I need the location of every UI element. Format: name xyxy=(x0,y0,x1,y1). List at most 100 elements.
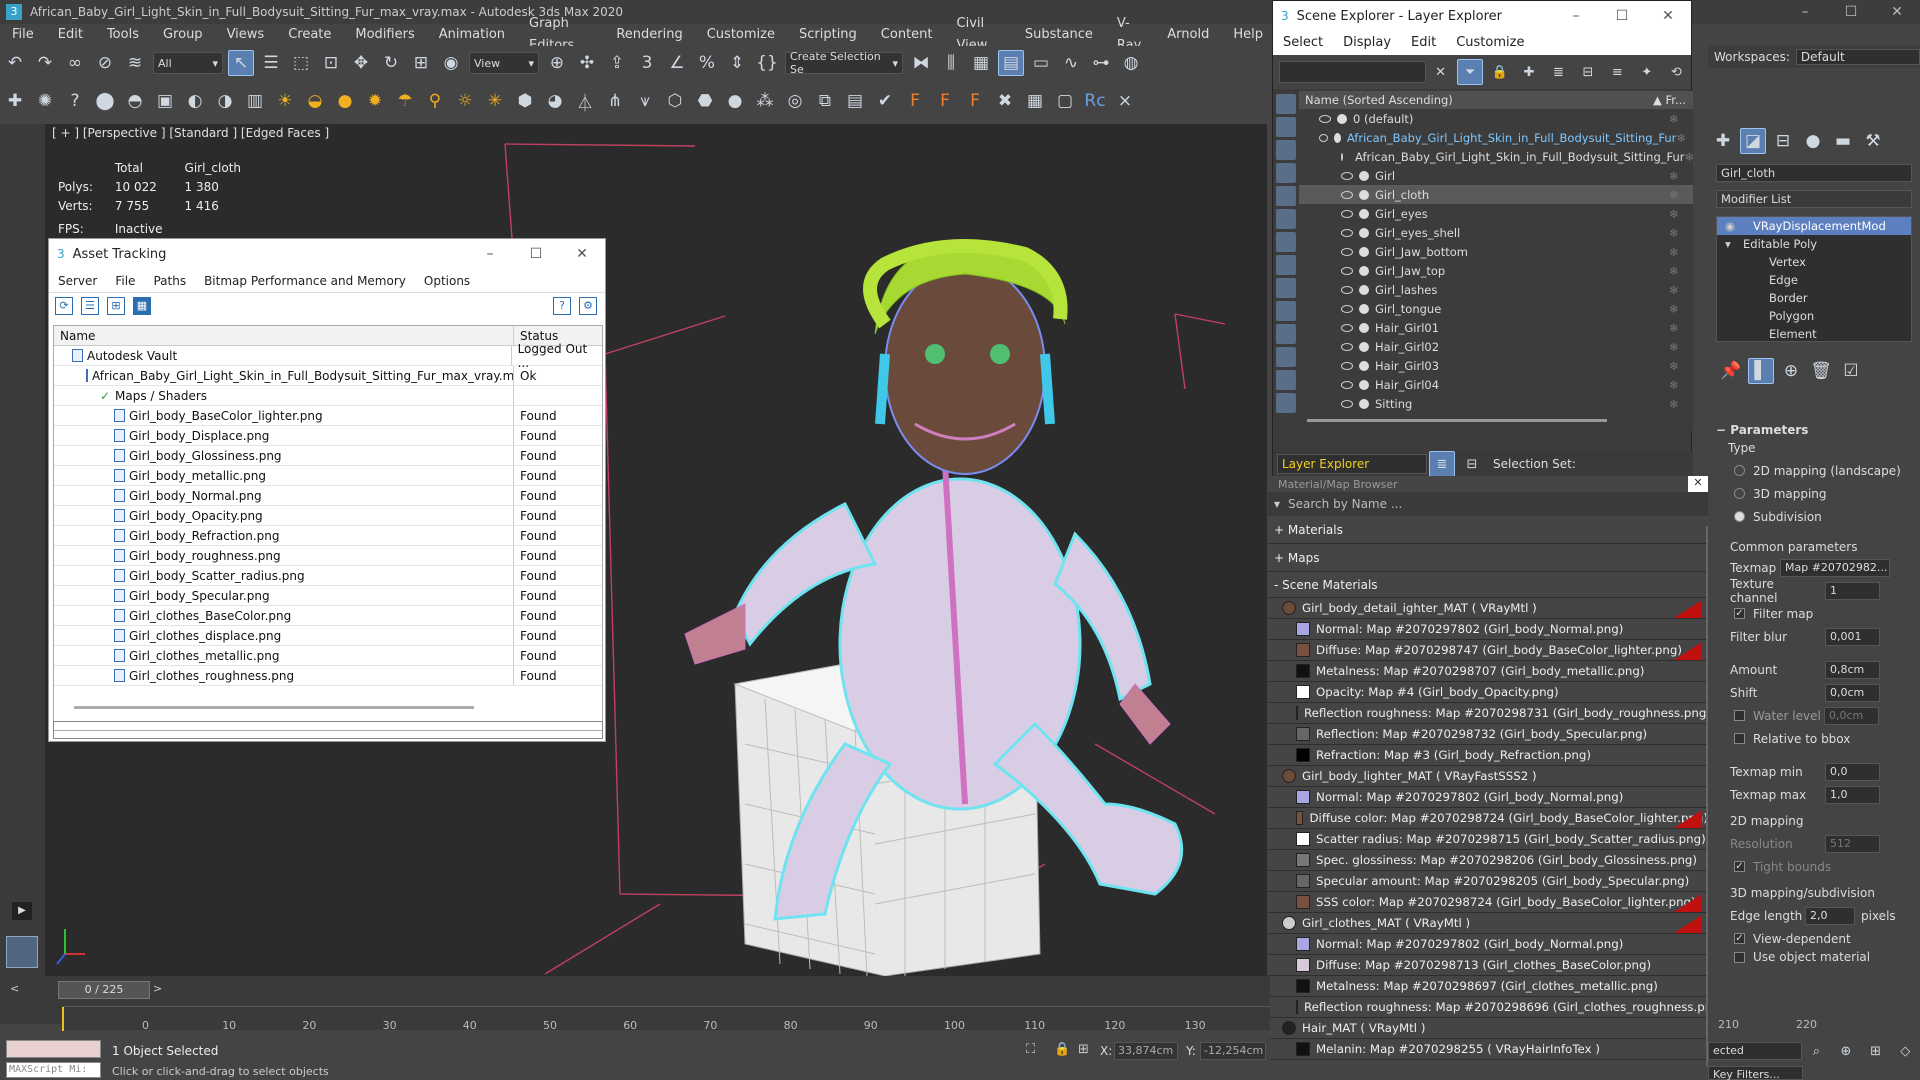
asset-menu-bitmap-performance-and-memory[interactable]: Bitmap Performance and Memory xyxy=(195,269,415,293)
hierarchy-tab-icon[interactable]: ⊟ xyxy=(1770,128,1796,154)
unlink-icon[interactable]: ⊘ xyxy=(92,50,118,76)
curve-editor-icon[interactable]: ∿ xyxy=(1058,50,1084,76)
asset-minimize-button[interactable]: – xyxy=(467,246,513,262)
display-frozen-icon[interactable] xyxy=(1276,347,1296,367)
map-row[interactable]: Reflection roughness: Map #2070298696 (G… xyxy=(1268,997,1708,1018)
asset-row[interactable]: Girl_body_Glossiness.png Found xyxy=(54,446,602,466)
scene-row[interactable]: Girl_Jaw_bottom ❄ xyxy=(1299,242,1693,261)
amount-spinner[interactable]: 0,8cm xyxy=(1825,660,1880,679)
view-dependent-checkbox[interactable]: ✓ xyxy=(1734,933,1745,944)
freeze-icon[interactable]: ❄ xyxy=(1669,321,1693,335)
menu-customize[interactable]: Customize xyxy=(695,24,787,46)
water-level-spinner[interactable]: 0,0cm xyxy=(1824,706,1879,725)
material-row[interactable]: Girl_clothes_MAT ( VRayMtl ) xyxy=(1268,913,1708,934)
close-button[interactable]: ✕ xyxy=(1874,4,1920,20)
asset-row[interactable]: Girl_body_Scatter_radius.png Found xyxy=(54,566,602,586)
vray-clipper-icon[interactable]: ⬣ xyxy=(692,88,718,114)
menu-group[interactable]: Group xyxy=(151,24,215,46)
asset-menu-server[interactable]: Server xyxy=(49,269,106,293)
freeze-icon[interactable]: ❄ xyxy=(1669,283,1693,297)
scene-menu-display[interactable]: Display xyxy=(1333,32,1401,54)
isolate-icon[interactable]: ⛶ xyxy=(1026,1042,1035,1057)
materials-group[interactable]: + Materials xyxy=(1268,516,1708,544)
settings-icon[interactable]: ⚙ xyxy=(579,297,597,315)
map-row[interactable]: Normal: Map #2070297802 (Girl_body_Norma… xyxy=(1268,934,1708,955)
vray-lights-icon[interactable]: ✺ xyxy=(32,88,58,114)
freeze-icon[interactable]: ❄ xyxy=(1669,264,1693,278)
freeze-icon[interactable]: ❄ xyxy=(1669,340,1693,354)
visibility-eye-icon[interactable] xyxy=(1341,285,1353,294)
material-row[interactable]: Girl_body_lighter_MAT ( VRayFastSSS2 ) xyxy=(1268,766,1708,787)
scene-maximize-button[interactable]: ☐ xyxy=(1599,8,1645,24)
spinner-snap-icon[interactable]: ⇕ xyxy=(724,50,750,76)
visibility-eye-icon[interactable] xyxy=(1341,266,1353,275)
asset-path-field[interactable] xyxy=(53,721,603,739)
freeze-icon[interactable]: ❄ xyxy=(1669,302,1693,316)
display-cameras-icon[interactable] xyxy=(1276,163,1296,183)
vray-render-icon[interactable]: ◓ xyxy=(122,88,148,114)
asset-row[interactable]: Autodesk Vault Logged Out ... xyxy=(54,342,602,370)
asset-maximize-button[interactable]: ☐ xyxy=(513,246,559,262)
maxscript-input[interactable]: MAXScript Mi: xyxy=(6,1062,101,1078)
vray-sun-icon[interactable]: ☀ xyxy=(272,88,298,114)
visibility-eye-icon[interactable] xyxy=(1341,209,1353,218)
pin-stack-icon[interactable]: 📌 xyxy=(1718,358,1744,384)
display-hidden-icon[interactable] xyxy=(1276,370,1296,390)
filter-map-checkbox[interactable]: ✓ xyxy=(1734,608,1745,619)
asset-menu-file[interactable]: File xyxy=(106,269,144,293)
asset-row[interactable]: Girl_clothes_BaseColor.png Found xyxy=(54,606,602,626)
material-editor-icon[interactable]: ◍ xyxy=(1118,50,1144,76)
sync-icon[interactable]: ⟲ xyxy=(1664,59,1689,85)
align-icon[interactable]: ⫼ xyxy=(938,50,964,76)
resolution-spinner[interactable]: 512 xyxy=(1825,834,1880,853)
zoom-extents-icon[interactable]: ⊞ xyxy=(1863,1038,1889,1064)
map-row[interactable]: Reflection: Map #2070298732 (Girl_body_S… xyxy=(1268,724,1708,745)
map-row[interactable]: SSS color: Map #2070298724 (Girl_body_Ba… xyxy=(1268,892,1708,913)
create-tab-icon[interactable]: ✚ xyxy=(1710,128,1736,154)
angle-snap-icon[interactable]: ∠ xyxy=(664,50,690,76)
vray-mesh-light-icon[interactable]: ⚲ xyxy=(422,88,448,114)
scene-search-input[interactable] xyxy=(1279,61,1426,83)
prev-frame-icon[interactable]: < xyxy=(10,982,19,995)
scene-menu-select[interactable]: Select xyxy=(1273,32,1333,54)
ribbon-icon[interactable]: ▭ xyxy=(1028,50,1054,76)
menu-edit[interactable]: Edit xyxy=(46,24,95,46)
select-by-name-icon[interactable]: ☰ xyxy=(258,50,284,76)
percent-snap-icon[interactable]: % xyxy=(694,50,720,76)
link-icon[interactable]: ∞ xyxy=(62,50,88,76)
visibility-eye-icon[interactable] xyxy=(1341,304,1353,313)
asset-row[interactable]: Girl_body_Refraction.png Found xyxy=(54,526,602,546)
list-view-icon[interactable]: ☰ xyxy=(81,297,99,315)
scene-row[interactable]: Girl_eyes ❄ xyxy=(1299,204,1693,223)
vray-spot-icon[interactable]: ☂ xyxy=(392,88,418,114)
material-browser-close-button[interactable]: ✕ xyxy=(1688,476,1708,492)
forest-lite-icon[interactable]: F xyxy=(962,88,988,114)
water-level-checkbox[interactable] xyxy=(1734,710,1745,721)
status-column-header[interactable]: Status xyxy=(514,329,558,343)
menu-arnold[interactable]: Arnold xyxy=(1155,24,1221,46)
viewport-label[interactable]: [ + ] [Perspective ] [Standard ] [Edged … xyxy=(52,126,329,140)
visibility-eye-icon[interactable] xyxy=(1341,228,1353,237)
vray-mesh-icon[interactable]: ⬡ xyxy=(662,88,688,114)
map-row[interactable]: Normal: Map #2070297802 (Girl_body_Norma… xyxy=(1268,787,1708,808)
scene-explorer-icon[interactable]: ▦ xyxy=(968,50,994,76)
modifier-stack-item[interactable]: ▾ Editable Poly xyxy=(1717,235,1911,253)
material-row[interactable]: Girl_body_detail_ighter_MAT ( VRayMtl ) xyxy=(1268,598,1708,619)
visibility-eye-icon[interactable] xyxy=(1319,114,1331,123)
filter-blur-spinner[interactable]: 0,001 xyxy=(1825,627,1880,646)
help-icon[interactable]: ? xyxy=(553,297,571,315)
scene-row[interactable]: Hair_Girl01 ❄ xyxy=(1299,318,1693,337)
material-ball-icon[interactable]: ◎ xyxy=(782,88,808,114)
scene-row[interactable]: African_Baby_Girl_Light_Skin_in_Full_Bod… xyxy=(1299,147,1694,166)
scene-close-button[interactable]: ✕ xyxy=(1645,8,1691,24)
material-pick-icon[interactable]: ⧉ xyxy=(812,88,838,114)
selection-lock-icon[interactable]: 🔒 xyxy=(1054,1042,1070,1057)
menu-scripting[interactable]: Scripting xyxy=(787,24,869,46)
vray-sky-icon[interactable]: ✳ xyxy=(482,88,508,114)
map-row[interactable]: Specular amount: Map #2070298205 (Girl_b… xyxy=(1268,871,1708,892)
material-sphere-icon[interactable]: ● xyxy=(722,88,748,114)
selection-filter-dropdown[interactable]: All ▾ xyxy=(153,52,223,74)
vray-camera-icon[interactable]: ▥ xyxy=(242,88,268,114)
use-object-material-checkbox[interactable] xyxy=(1734,951,1745,963)
keyboard-shortcut-icon[interactable]: ⇪ xyxy=(604,50,630,76)
